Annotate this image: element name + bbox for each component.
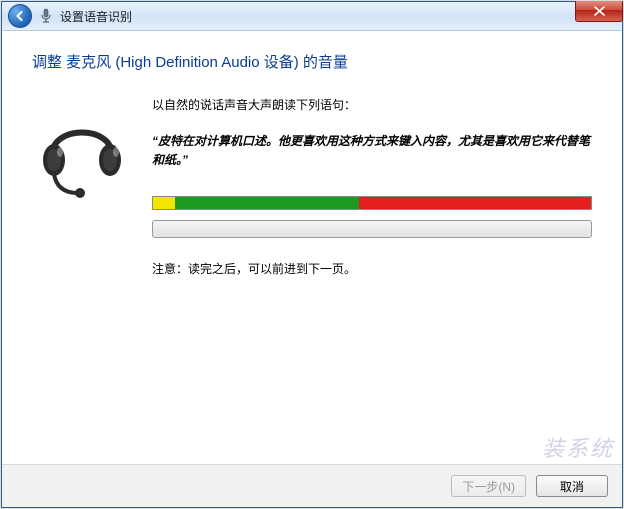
progress-bar <box>152 220 592 238</box>
meter-yellow-segment <box>153 197 175 209</box>
note-text: 注意：读完之后，可以前进到下一页。 <box>152 260 592 278</box>
titlebar: 设置语音识别 <box>2 2 622 31</box>
headset-image <box>32 96 142 278</box>
cancel-button[interactable]: 取消 <box>536 475 608 497</box>
microphone-icon <box>38 8 54 24</box>
close-icon <box>594 6 605 16</box>
back-button[interactable] <box>8 4 32 28</box>
close-button[interactable] <box>575 1 623 22</box>
back-arrow-icon <box>14 10 26 22</box>
page-heading: 调整 麦克风 (High Definition Audio 设备) 的音量 <box>32 51 592 72</box>
meter-green-segment <box>175 197 359 209</box>
body-row: 以自然的说话声音大声朗读下列语句： “皮特在对计算机口述。他更喜欢用这种方式来键… <box>32 96 592 278</box>
footer: 下一步(N) 取消 <box>2 464 622 507</box>
wizard-window: 设置语音识别 调整 麦克风 (High Definition Audio 设备)… <box>1 1 623 508</box>
volume-meter <box>152 196 592 210</box>
next-button[interactable]: 下一步(N) <box>451 475 526 497</box>
sample-sentence: “皮特在对计算机口述。他更喜欢用这种方式来键入内容，尤其是喜欢用它来代替笔和纸。… <box>152 132 592 170</box>
meter-red-segment <box>359 197 591 209</box>
content-area: 调整 麦克风 (High Definition Audio 设备) 的音量 以自… <box>2 31 622 464</box>
text-column: 以自然的说话声音大声朗读下列语句： “皮特在对计算机口述。他更喜欢用这种方式来键… <box>142 96 592 278</box>
instruction-text: 以自然的说话声音大声朗读下列语句： <box>152 96 592 114</box>
window-title: 设置语音识别 <box>60 8 132 25</box>
